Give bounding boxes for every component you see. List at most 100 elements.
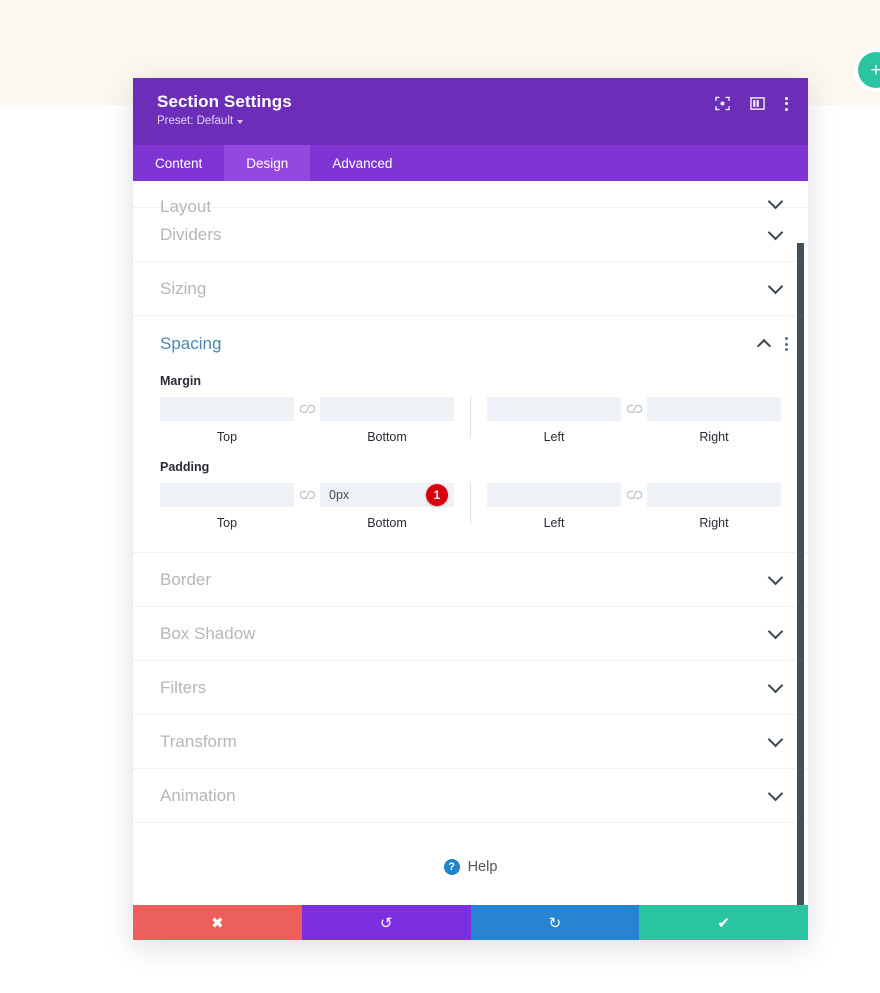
- accordion-label: Dividers: [160, 224, 222, 244]
- chevron-down-icon: [767, 224, 784, 240]
- padding-top-cell: Top: [160, 483, 294, 530]
- accordion-label: Filters: [160, 677, 207, 697]
- tab-content[interactable]: Content: [133, 145, 224, 181]
- padding-bottom-wrap: 1: [320, 483, 454, 507]
- accordion-label: Layout: [160, 197, 212, 216]
- padding-right-wrap: [647, 483, 781, 507]
- margin-left-label: Left: [543, 430, 565, 444]
- field-divider: [470, 483, 471, 523]
- dot: [785, 348, 788, 351]
- save-button[interactable]: ✔: [639, 905, 808, 940]
- padding-pair-horizontal: Left Right: [487, 483, 781, 530]
- accordion-box-shadow[interactable]: Box Shadow: [133, 607, 808, 661]
- padding-top-input[interactable]: [160, 483, 294, 507]
- modal-header-icons: [715, 96, 788, 111]
- margin-pair-vertical: Top Bottom: [160, 397, 454, 444]
- more-options-icon[interactable]: [785, 96, 788, 111]
- margin-bottom-wrap: [320, 397, 454, 421]
- modal-scroll-body: Layout Dividers Sizing Spacing Margin To…: [133, 181, 808, 905]
- padding-top-label: Top: [216, 516, 238, 530]
- padding-bottom-cell: 1 Bottom: [320, 483, 454, 530]
- preset-label: Preset: Default: [157, 115, 234, 127]
- chevron-down-icon: [767, 785, 784, 801]
- chevron-up-icon[interactable]: [756, 338, 772, 354]
- close-icon: ✖: [211, 914, 224, 932]
- margin-bottom-input[interactable]: [320, 397, 454, 421]
- margin-right-label: Right: [699, 430, 729, 444]
- chevron-down-icon: [767, 278, 784, 294]
- padding-fields: Top 0px 1 Bottom Left Right: [160, 483, 781, 530]
- margin-right-input[interactable]: [647, 397, 781, 421]
- modal-header: Section Settings Preset: Default: [133, 78, 808, 145]
- unlink-icon-padding-vertical[interactable]: [294, 483, 320, 507]
- help-label: Help: [467, 859, 498, 875]
- accordion-label: Animation: [160, 785, 236, 805]
- chevron-down-icon: [767, 193, 784, 210]
- margin-top-label: Top: [216, 430, 238, 444]
- undo-icon: ↺: [379, 914, 393, 932]
- padding-pair-vertical: Top 0px 1 Bottom: [160, 483, 454, 530]
- margin-fields: Top Bottom Left Right: [160, 397, 781, 444]
- chevron-down-icon: [767, 731, 784, 747]
- accordion-label: Transform: [160, 731, 237, 751]
- undo-button[interactable]: ↺: [301, 905, 471, 940]
- unlink-icon-margin-vertical[interactable]: [294, 397, 320, 421]
- modal-tabbar: Content Design Advanced: [133, 145, 808, 181]
- section-settings-modal: Section Settings Preset: Default Content…: [133, 78, 808, 940]
- accordion-label: Border: [160, 569, 212, 589]
- help-link[interactable]: ? Help: [133, 823, 808, 905]
- redo-button[interactable]: ↻: [470, 905, 640, 940]
- padding-left-wrap: [487, 483, 621, 507]
- accordion-layout[interactable]: Layout: [133, 181, 808, 216]
- chevron-down-icon: [767, 677, 784, 693]
- tab-advanced[interactable]: Advanced: [310, 145, 414, 181]
- margin-top-cell: Top: [160, 397, 294, 444]
- unlink-icon-margin-horizontal[interactable]: [621, 397, 647, 421]
- unlink-icon-padding-horizontal[interactable]: [621, 483, 647, 507]
- chevron-down-icon: [237, 120, 244, 124]
- help-icon: ?: [443, 859, 460, 875]
- dot: [785, 107, 788, 111]
- accordion-filters[interactable]: Filters: [133, 661, 808, 715]
- margin-right-wrap: [647, 397, 781, 421]
- focus-icon[interactable]: [715, 96, 730, 111]
- dot: [785, 337, 788, 340]
- accordion-animation[interactable]: Animation: [133, 769, 808, 823]
- margin-top-wrap: [160, 397, 294, 421]
- field-divider: [470, 397, 471, 437]
- dot: [785, 102, 788, 105]
- padding-right-input[interactable]: [647, 483, 781, 507]
- cancel-button[interactable]: ✖: [133, 905, 302, 940]
- spacing-header-icons: [756, 337, 788, 354]
- margin-left-wrap: [487, 397, 621, 421]
- margin-label: Margin: [160, 374, 201, 388]
- preset-selector[interactable]: Preset: Default: [157, 115, 292, 127]
- modal-action-bar: ✖ ↺ ↻ ✔: [133, 905, 808, 940]
- accordion-sizing[interactable]: Sizing: [133, 262, 808, 316]
- margin-top-input[interactable]: [160, 397, 294, 421]
- accordion-label: Box Shadow: [160, 623, 256, 643]
- modal-header-texts: Section Settings Preset: Default: [157, 92, 292, 127]
- redo-icon: ↻: [548, 914, 562, 932]
- check-icon: ✔: [717, 914, 730, 932]
- padding-left-label: Left: [543, 516, 565, 530]
- margin-left-input[interactable]: [487, 397, 621, 421]
- padding-left-input[interactable]: [487, 483, 621, 507]
- spacing-more-options-icon[interactable]: [785, 337, 788, 351]
- accordion-dividers[interactable]: Dividers: [133, 208, 808, 262]
- scrollbar-thumb[interactable]: [797, 243, 804, 905]
- layout-panel-icon[interactable]: [750, 96, 765, 111]
- accordion-border[interactable]: Border: [133, 553, 808, 607]
- accordion-spacing-header[interactable]: Spacing: [133, 316, 808, 372]
- page-root: + Section Settings Preset: Default Conte…: [0, 0, 880, 993]
- status-badge[interactable]: 1: [426, 484, 448, 506]
- padding-top-wrap: [160, 483, 294, 507]
- tab-design[interactable]: Design: [224, 145, 311, 181]
- margin-bottom-label: Bottom: [367, 430, 407, 444]
- accordion-transform[interactable]: Transform: [133, 715, 808, 769]
- accordion-label: Sizing: [160, 278, 207, 298]
- margin-group: Margin Top Bottom Left Right: [133, 374, 808, 444]
- scrollbar[interactable]: [797, 181, 806, 905]
- page-title: Section Settings: [157, 92, 292, 111]
- chevron-down-icon: [767, 569, 784, 585]
